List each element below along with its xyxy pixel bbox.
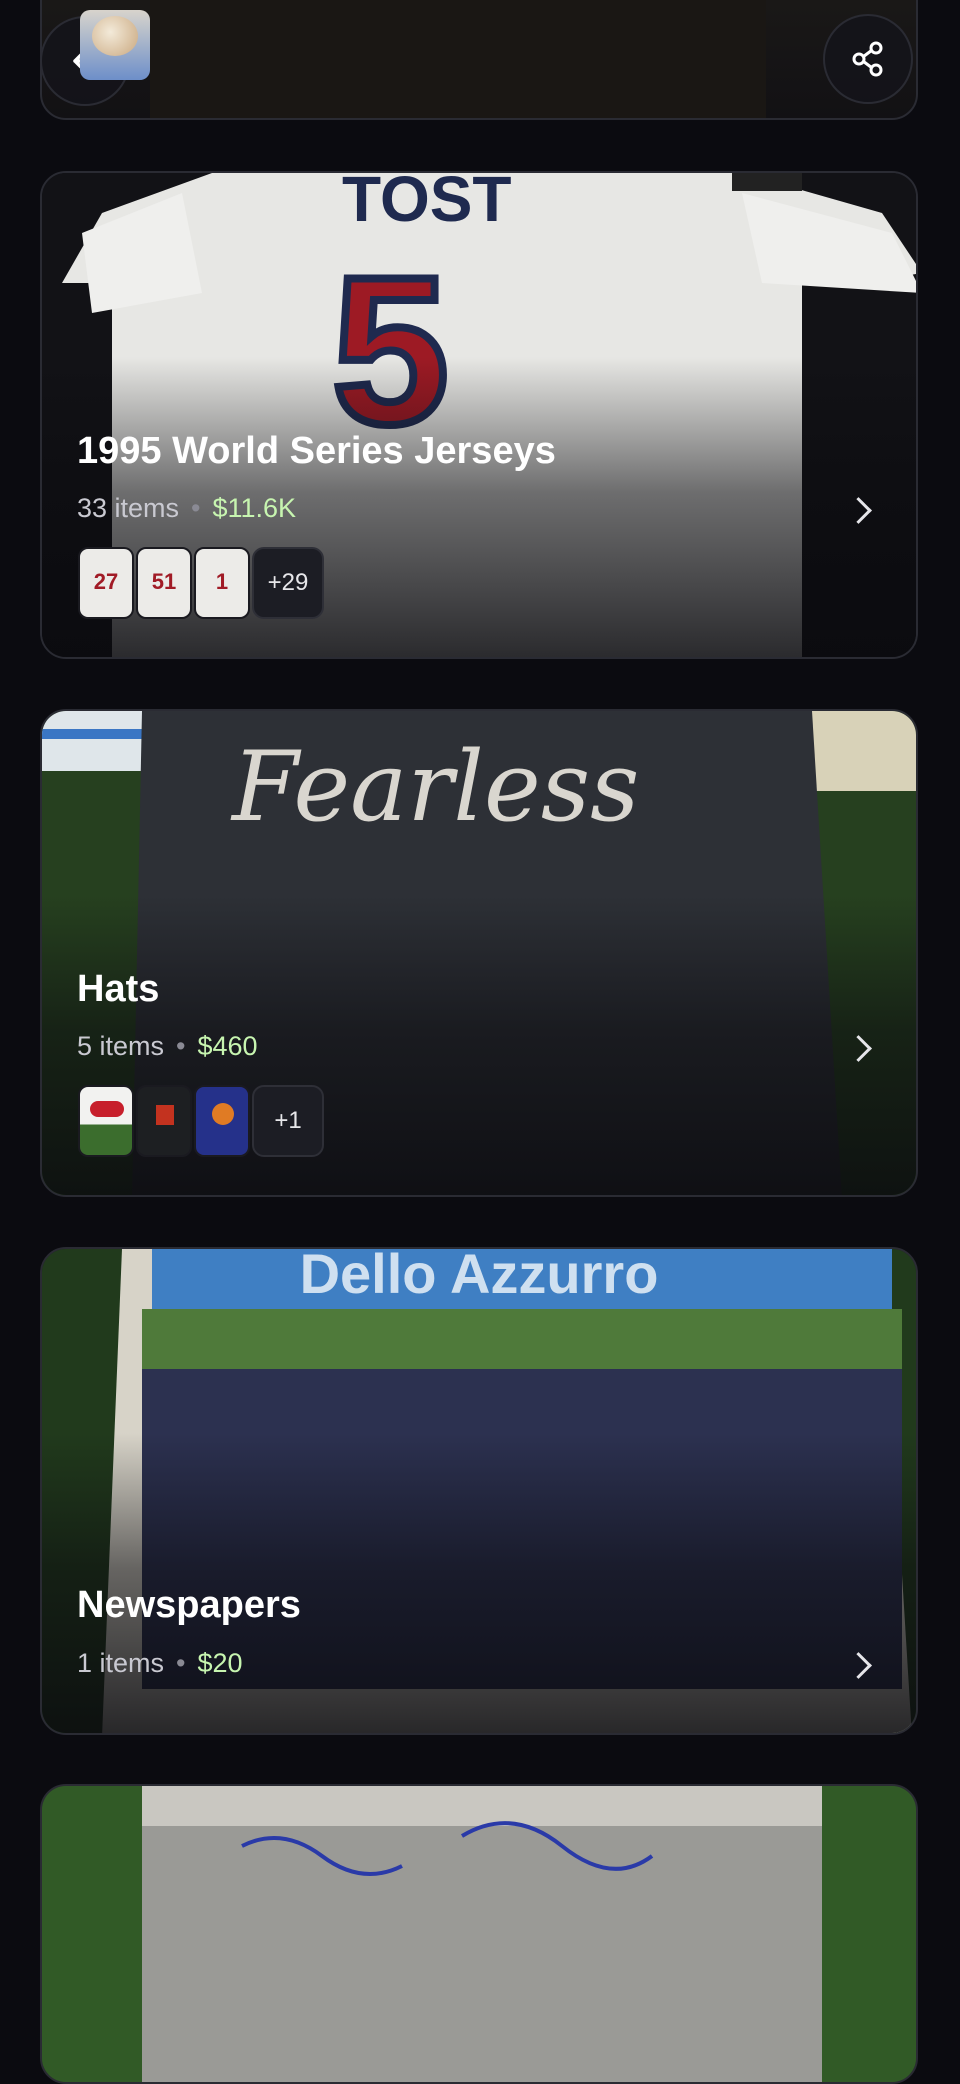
thumbnail-jersey-1: 1 bbox=[194, 547, 250, 619]
collection-title: Newspapers bbox=[77, 1584, 301, 1626]
share-icon bbox=[852, 41, 883, 77]
collection-meta: 5 items • $460 bbox=[77, 1031, 258, 1061]
collection-title: Hats bbox=[77, 968, 160, 1010]
collection-card-newspapers[interactable]: Dello Azzurro Newspapers 1 items • $20 bbox=[40, 1247, 918, 1735]
thumbnail-strip: +1 bbox=[78, 1085, 324, 1157]
thumbnail-jersey-51: 51 bbox=[136, 547, 192, 619]
collection-card-autographs[interactable] bbox=[40, 1784, 918, 2084]
item-count: 33 items bbox=[77, 493, 180, 523]
autograph-photo bbox=[42, 1786, 916, 2082]
newspaper-masthead: Dello Azzurro bbox=[299, 1247, 659, 1305]
collection-title: 1995 World Series Jerseys bbox=[77, 430, 556, 472]
ball-thumbnail bbox=[80, 10, 150, 80]
top-card bbox=[40, 0, 918, 120]
header-image bbox=[150, 0, 766, 118]
collection-meta: 33 items • $11.6K bbox=[77, 493, 297, 523]
thumbnail-hat-blue bbox=[194, 1085, 250, 1157]
collection-value: $20 bbox=[197, 1648, 243, 1678]
collection-card-hats[interactable]: Fearless Hats 5 items • $460 +1 bbox=[40, 709, 918, 1197]
collection-value: $460 bbox=[197, 1031, 258, 1061]
more-count: +29 bbox=[252, 547, 324, 619]
more-count: +1 bbox=[252, 1085, 324, 1157]
svg-text:TOST: TOST bbox=[342, 173, 512, 235]
share-button[interactable] bbox=[823, 14, 913, 104]
thumbnail-hat-black bbox=[136, 1085, 192, 1157]
item-count: 1 items bbox=[77, 1648, 165, 1678]
collection-value: $11.6K bbox=[212, 493, 297, 523]
thumbnail-jersey-27: 27 bbox=[78, 547, 134, 619]
item-count: 5 items bbox=[77, 1031, 165, 1061]
collection-meta: 1 items • $20 bbox=[77, 1648, 243, 1678]
collection-card-jerseys[interactable]: TOST 5 1995 World Series Jerseys 33 item… bbox=[40, 171, 918, 659]
thumbnail-strip: 27 51 1 +29 bbox=[78, 547, 324, 619]
thumbnail-hat-white bbox=[78, 1085, 134, 1157]
hat-text: Fearless bbox=[232, 731, 640, 843]
